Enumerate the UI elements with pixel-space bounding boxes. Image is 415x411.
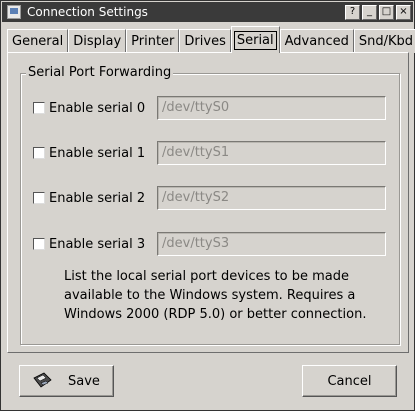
minimize-button[interactable]: _: [362, 4, 377, 20]
tab-label: Display: [73, 34, 122, 49]
serial-row-2: Enable serial 2: [33, 186, 159, 210]
help-text: List the local serial port devices to be…: [64, 267, 384, 324]
maximize-button[interactable]: □: [379, 4, 394, 20]
tab-drives[interactable]: Drives: [179, 29, 231, 53]
serial-row-0: Enable serial 0: [33, 96, 159, 120]
tab-printer[interactable]: Printer: [126, 29, 180, 53]
tab-label: Snd/Kbd: [358, 34, 414, 49]
tab-bar: General Display Printer Drives Serial Ad…: [7, 25, 415, 53]
help-line: List the local serial port devices to be…: [64, 269, 350, 284]
help-line: available to the Windows system. Require…: [64, 288, 356, 303]
enable-serial-3-label[interactable]: Enable serial 3: [49, 237, 159, 252]
tab-label: General: [12, 34, 64, 49]
enable-serial-1-checkbox[interactable]: [33, 147, 45, 159]
cancel-button[interactable]: Cancel: [302, 365, 397, 397]
enable-serial-2-label[interactable]: Enable serial 2: [49, 191, 159, 206]
serial-1-device-input[interactable]: /dev/ttyS1: [157, 141, 386, 165]
tab-advanced[interactable]: Advanced: [279, 29, 354, 53]
enable-serial-3-checkbox[interactable]: [33, 238, 45, 250]
help-button[interactable]: ?: [345, 4, 360, 20]
tab-snd-kbd[interactable]: Snd/Kbd: [353, 29, 415, 53]
group-title: Serial Port Forwarding: [26, 65, 174, 80]
help-line: Windows 2000 (RDP 5.0) or better connect…: [64, 307, 367, 322]
save-button[interactable]: Save: [19, 365, 114, 397]
serial-tab-panel: Serial Port Forwarding Enable serial 0 /…: [7, 52, 409, 353]
tab-display[interactable]: Display: [68, 29, 127, 53]
floppy-disk-icon: [33, 372, 52, 388]
serial-row-1: Enable serial 1: [33, 141, 159, 165]
serial-2-device-input[interactable]: /dev/ttyS2: [157, 186, 386, 210]
tab-general[interactable]: General: [7, 29, 69, 53]
connection-settings-window: Connection Settings ? _ □ × General Disp…: [0, 0, 415, 411]
app-icon[interactable]: [7, 5, 21, 19]
title-bar[interactable]: Connection Settings ? _ □ ×: [2, 2, 413, 22]
tab-serial[interactable]: Serial: [230, 26, 280, 53]
enable-serial-0-checkbox[interactable]: [33, 102, 45, 114]
cancel-button-label: Cancel: [327, 373, 372, 389]
tab-label: Advanced: [284, 34, 349, 49]
tab-label: Drives: [184, 34, 226, 49]
tab-label: Printer: [131, 34, 175, 49]
serial-0-device-input[interactable]: /dev/ttyS0: [157, 96, 386, 120]
close-button[interactable]: ×: [396, 4, 411, 20]
save-button-label: Save: [68, 373, 100, 389]
window-controls: ? _ □ ×: [345, 4, 411, 20]
enable-serial-1-label[interactable]: Enable serial 1: [49, 146, 159, 161]
serial-3-device-input[interactable]: /dev/ttyS3: [157, 232, 386, 256]
window-title: Connection Settings: [27, 5, 148, 19]
serial-row-3: Enable serial 3: [33, 232, 159, 256]
enable-serial-2-checkbox[interactable]: [33, 192, 45, 204]
enable-serial-0-label[interactable]: Enable serial 0: [49, 101, 159, 116]
tab-label: Serial: [233, 30, 277, 50]
